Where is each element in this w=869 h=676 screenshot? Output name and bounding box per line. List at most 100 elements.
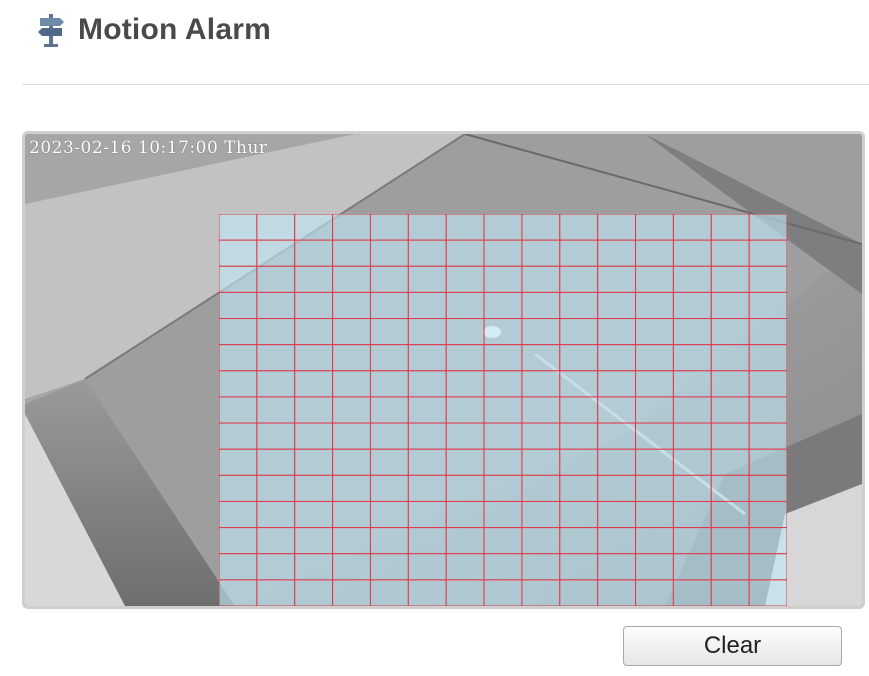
grid-cell[interactable] — [407, 500, 447, 529]
grid-cell[interactable] — [748, 422, 787, 450]
grid-cell[interactable] — [294, 239, 334, 267]
grid-cell[interactable] — [521, 291, 561, 320]
grid-cell[interactable] — [710, 370, 750, 398]
grid-cell[interactable] — [445, 579, 485, 606]
grid-cell[interactable] — [219, 553, 258, 581]
grid-cell[interactable] — [294, 422, 334, 450]
grid-cell[interactable] — [219, 370, 258, 398]
grid-cell[interactable] — [710, 291, 750, 320]
grid-cell[interactable] — [672, 396, 712, 424]
grid-cell[interactable] — [710, 579, 750, 606]
grid-cell[interactable] — [597, 527, 637, 555]
grid-cell[interactable] — [635, 396, 674, 424]
grid-cell[interactable] — [407, 318, 447, 346]
grid-cell[interactable] — [672, 553, 712, 581]
grid-cell[interactable] — [483, 344, 523, 372]
grid-cell[interactable] — [407, 239, 447, 267]
grid-cell[interactable] — [407, 291, 447, 320]
grid-cell[interactable] — [256, 527, 296, 555]
grid-cell[interactable] — [635, 579, 674, 606]
grid-cell[interactable] — [597, 553, 637, 581]
grid-cell[interactable] — [710, 474, 750, 502]
grid-cell[interactable] — [521, 579, 561, 606]
grid-cell[interactable] — [332, 214, 371, 241]
grid-cell[interactable] — [332, 500, 371, 529]
grid-cell[interactable] — [635, 344, 674, 372]
grid-cell[interactable] — [597, 474, 637, 502]
grid-cell[interactable] — [672, 579, 712, 606]
grid-cell[interactable] — [521, 422, 561, 450]
grid-cell[interactable] — [635, 474, 674, 502]
grid-cell[interactable] — [521, 239, 561, 267]
grid-cell[interactable] — [597, 579, 637, 606]
grid-cell[interactable] — [294, 344, 334, 372]
grid-cell[interactable] — [445, 527, 485, 555]
grid-cell[interactable] — [332, 396, 371, 424]
grid-cell[interactable] — [332, 448, 371, 476]
grid-cell[interactable] — [672, 422, 712, 450]
grid-cell[interactable] — [521, 214, 561, 241]
grid-cell[interactable] — [219, 579, 258, 606]
grid-cell[interactable] — [635, 291, 674, 320]
grid-cell[interactable] — [748, 474, 787, 502]
grid-cell[interactable] — [294, 291, 334, 320]
grid-cell[interactable] — [256, 500, 296, 529]
grid-cell[interactable] — [219, 318, 258, 346]
grid-cell[interactable] — [559, 396, 599, 424]
grid-cell[interactable] — [369, 579, 409, 606]
grid-cell[interactable] — [294, 579, 334, 606]
grid-cell[interactable] — [748, 344, 787, 372]
grid-cell[interactable] — [597, 500, 637, 529]
grid-cell[interactable] — [672, 344, 712, 372]
grid-cell[interactable] — [369, 239, 409, 267]
grid-cell[interactable] — [445, 214, 485, 241]
grid-cell[interactable] — [748, 500, 787, 529]
grid-cell[interactable] — [407, 579, 447, 606]
grid-cell[interactable] — [483, 214, 523, 241]
grid-cell[interactable] — [256, 370, 296, 398]
grid-cell[interactable] — [483, 474, 523, 502]
grid-cell[interactable] — [559, 344, 599, 372]
grid-cell[interactable] — [559, 553, 599, 581]
grid-cell[interactable] — [635, 370, 674, 398]
video-preview[interactable]: 2023-02-16 10:17:00 Thur — [22, 131, 865, 609]
grid-cell[interactable] — [635, 239, 674, 267]
grid-cell[interactable] — [521, 370, 561, 398]
grid-cell[interactable] — [483, 553, 523, 581]
grid-cell[interactable] — [369, 318, 409, 346]
grid-cell[interactable] — [672, 239, 712, 267]
grid-cell[interactable] — [710, 422, 750, 450]
grid-cell[interactable] — [483, 422, 523, 450]
grid-cell[interactable] — [294, 396, 334, 424]
grid-cell[interactable] — [521, 344, 561, 372]
grid-cell[interactable] — [294, 265, 334, 293]
grid-cell[interactable] — [597, 239, 637, 267]
grid-cell[interactable] — [369, 370, 409, 398]
grid-cell[interactable] — [445, 265, 485, 293]
grid-cell[interactable] — [407, 474, 447, 502]
grid-cell[interactable] — [559, 214, 599, 241]
grid-cell[interactable] — [369, 291, 409, 320]
grid-cell[interactable] — [332, 474, 371, 502]
grid-cell[interactable] — [332, 318, 371, 346]
grid-cell[interactable] — [483, 396, 523, 424]
grid-cell[interactable] — [672, 291, 712, 320]
grid-cell[interactable] — [369, 474, 409, 502]
grid-cell[interactable] — [256, 214, 296, 241]
grid-cell[interactable] — [521, 527, 561, 555]
grid-cell[interactable] — [748, 318, 787, 346]
grid-cell[interactable] — [219, 422, 258, 450]
grid-cell[interactable] — [748, 579, 787, 606]
grid-cell[interactable] — [219, 214, 258, 241]
grid-cell[interactable] — [710, 527, 750, 555]
grid-cell[interactable] — [559, 239, 599, 267]
grid-cell[interactable] — [219, 239, 258, 267]
grid-cell[interactable] — [559, 474, 599, 502]
grid-cell[interactable] — [256, 422, 296, 450]
grid-cell[interactable] — [710, 448, 750, 476]
grid-cell[interactable] — [635, 265, 674, 293]
grid-cell[interactable] — [483, 318, 523, 346]
grid-cell[interactable] — [219, 527, 258, 555]
grid-cell[interactable] — [559, 500, 599, 529]
grid-cell[interactable] — [219, 396, 258, 424]
